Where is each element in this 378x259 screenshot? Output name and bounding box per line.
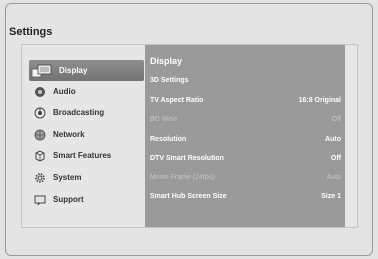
menu-item-label: Smart Features (53, 151, 112, 160)
menu-item-support[interactable]: Support (29, 189, 144, 210)
menu-item-label: System (53, 173, 82, 182)
setting-value: Off (331, 116, 341, 123)
menu-item-display[interactable]: Display (29, 60, 144, 81)
setting-tv-aspect-ratio[interactable]: TV Aspect Ratio 16:9 Original (150, 97, 341, 109)
setting-label: TV Aspect Ratio (150, 97, 204, 104)
setting-label: Movie Frame (24fps) (150, 174, 215, 181)
setting-value: Auto (326, 174, 341, 181)
setting-value: Size 1 (321, 193, 341, 200)
setting-smart-hub-screen-size[interactable]: Smart Hub Screen Size Size 1 (150, 193, 341, 205)
content-title: Display (150, 56, 183, 66)
setting-resolution[interactable]: Resolution Auto (150, 136, 341, 148)
setting-movie-frame: Movie Frame (24fps) Auto (150, 174, 341, 186)
menu-item-broadcasting[interactable]: Broadcasting (29, 102, 144, 123)
menu-item-label: Audio (53, 87, 76, 96)
setting-label: Smart Hub Screen Size (150, 193, 227, 200)
support-icon (34, 194, 46, 206)
display-icon (31, 64, 53, 77)
setting-value: 16:9 Original (298, 97, 341, 104)
menu-item-smart-features[interactable]: Smart Features (29, 145, 144, 166)
page-title: Settings (9, 26, 53, 38)
menu-item-network[interactable]: Network (29, 124, 144, 145)
menu-item-label: Display (59, 66, 88, 75)
setting-bd-wise: BD Wise Off (150, 116, 341, 128)
menu-item-system[interactable]: System (29, 167, 144, 188)
setting-value: Auto (325, 136, 341, 143)
gear-icon (34, 172, 46, 184)
broadcasting-icon (34, 107, 46, 119)
menu-item-label: Broadcasting (53, 108, 105, 117)
setting-dtv-smart-resolution[interactable]: DTV Smart Resolution Off (150, 155, 341, 167)
setting-3d-settings[interactable]: 3D Settings (150, 77, 341, 89)
setting-value: Off (330, 155, 341, 162)
smart-features-icon (34, 149, 46, 162)
menu-item-audio[interactable]: Audio (29, 81, 144, 102)
network-icon (34, 129, 46, 141)
menu-item-label: Network (53, 130, 85, 139)
display-settings-panel: Display 3D Settings TV Aspect Ratio 16:9… (145, 45, 345, 227)
menu-item-label: Support (53, 195, 84, 204)
setting-label: DTV Smart Resolution (150, 155, 224, 162)
setting-label: 3D Settings (150, 77, 189, 84)
setting-label: BD Wise (150, 116, 178, 123)
audio-icon (34, 86, 46, 98)
setting-label: Resolution (150, 136, 187, 143)
